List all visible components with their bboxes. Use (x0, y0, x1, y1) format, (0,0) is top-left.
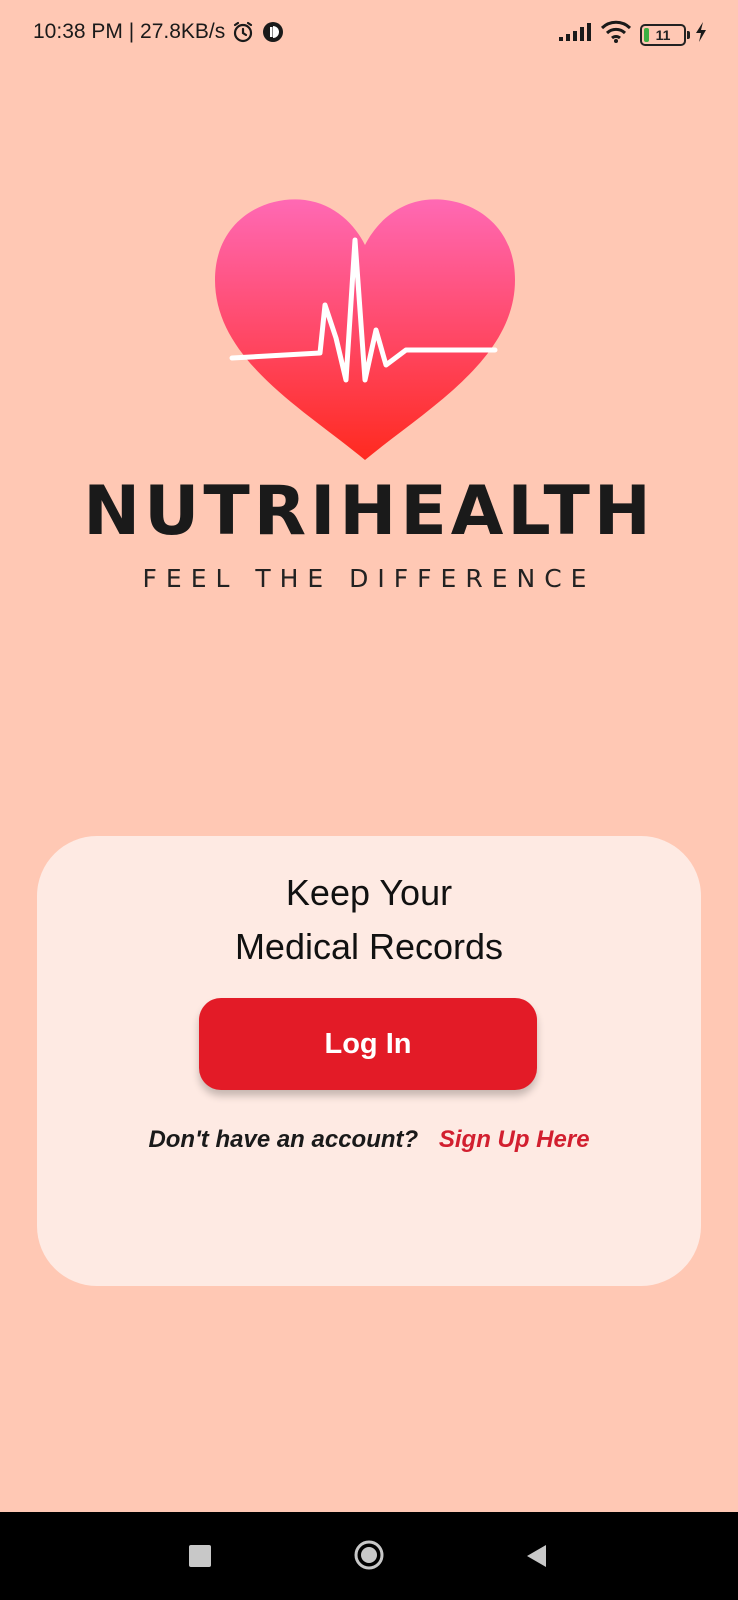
heart-logo-icon (215, 199, 515, 460)
signal-icon (558, 22, 592, 47)
signup-link[interactable]: Sign Up Here (439, 1126, 590, 1153)
navigation-bar (0, 1512, 738, 1600)
app-notification-icon (261, 20, 285, 44)
headline-line-1: Keep Your (285, 872, 453, 913)
status-left: 10:38 PM | 27.8KB/s (33, 20, 285, 44)
charging-bolt-icon (694, 21, 708, 48)
status-time-speed: 10:38 PM | 27.8KB/s (33, 20, 226, 43)
brand-tagline: FEEL THE DIFFERENCE (142, 564, 596, 593)
card-headline: Keep Your Medical Records (37, 866, 701, 974)
battery-fill (644, 27, 649, 42)
alarm-icon (231, 20, 255, 44)
battery-level: 11 (655, 26, 671, 43)
welcome-card: Keep Your Medical Records Log In Don't h… (37, 836, 701, 1286)
recents-icon[interactable] (189, 1545, 211, 1567)
brand-title: NUTRIHEALTH (83, 472, 655, 551)
status-right: 11 (558, 20, 708, 49)
signup-row: Don't have an account? Sign Up Here (37, 1126, 701, 1154)
signup-prompt: Don't have an account? (148, 1126, 419, 1153)
headline-line-2: Medical Records (234, 926, 504, 967)
wifi-icon (600, 20, 632, 49)
login-button[interactable]: Log In (199, 998, 537, 1090)
back-icon[interactable] (524, 1543, 548, 1569)
home-icon[interactable] (353, 1539, 385, 1571)
battery-icon: 11 (640, 23, 690, 46)
status-bar: 10:38 PM | 27.8KB/s 11 (0, 0, 738, 70)
